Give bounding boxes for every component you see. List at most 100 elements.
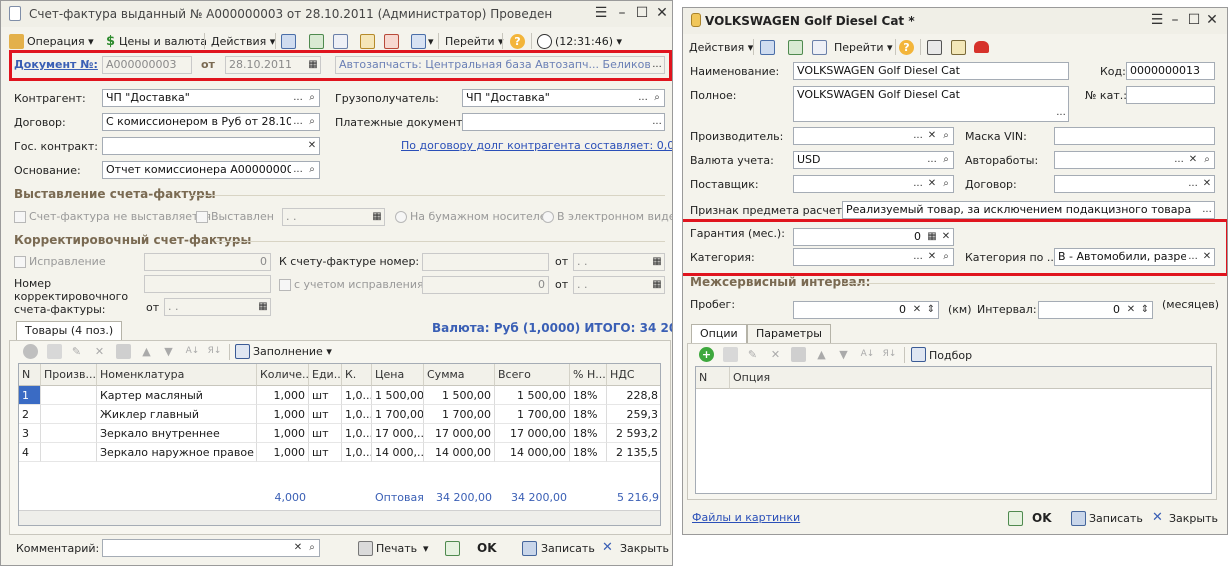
table-cell[interactable]: 1,000 — [257, 424, 309, 443]
table-cell[interactable]: шт — [309, 443, 342, 462]
autowork-select[interactable]: ... — [1172, 152, 1186, 168]
files-link[interactable]: Файлы и картинки — [692, 511, 800, 524]
table-cell[interactable]: 17 000,... — [372, 424, 424, 443]
fix-number-field[interactable]: 0 — [144, 253, 271, 271]
refresh-icon[interactable] — [788, 40, 803, 55]
table-cell[interactable]: 1,000 — [257, 386, 309, 405]
calendar-icon[interactable]: ▦ — [650, 277, 664, 293]
consignee-select[interactable]: ... — [636, 90, 650, 106]
table-cell[interactable]: 17 000,00 — [495, 424, 570, 443]
table-cell[interactable]: 1 700,00 — [495, 405, 570, 424]
column-header[interactable]: НДС — [607, 364, 660, 386]
search-icon[interactable]: ⌕ — [305, 162, 319, 178]
column-header[interactable]: Еди... — [309, 364, 342, 386]
maximize-button[interactable]: ☐ — [634, 5, 650, 21]
end-edit-icon[interactable] — [116, 344, 131, 359]
clear-icon[interactable]: ✕ — [1200, 176, 1214, 192]
operation-menu[interactable]: Операция ▾ — [27, 33, 94, 50]
column-header[interactable]: N — [696, 367, 730, 389]
column-header[interactable]: Сумма — [424, 364, 495, 386]
spin-icon[interactable]: ⇕ — [924, 302, 938, 318]
copy-row-icon[interactable] — [723, 347, 738, 362]
column-header[interactable]: Опция — [730, 367, 1211, 389]
search-icon[interactable]: ⌕ — [939, 128, 953, 144]
clear-icon[interactable]: ✕ — [1186, 152, 1200, 168]
minimize-button[interactable]: – — [614, 5, 630, 21]
delete-icon[interactable]: ✕ — [768, 347, 783, 362]
table-cell[interactable]: 1 500,00 — [495, 386, 570, 405]
table-cell[interactable]: 1,0... — [342, 424, 372, 443]
counterparty-select[interactable]: ... — [291, 90, 305, 106]
sort-asc-icon[interactable]: A↓ — [860, 347, 875, 362]
minimize-button[interactable]: – — [1167, 12, 1183, 28]
table-cell[interactable]: 14 000,00 — [424, 443, 495, 462]
table-cell[interactable]: 1 500,00 — [372, 386, 424, 405]
table-cell[interactable]: 17 000,00 — [424, 424, 495, 443]
maker-field[interactable]: ... ✕ ⌕ — [793, 127, 954, 145]
full-name-field[interactable]: VOLKSWAGEN Golf Diesel Cat... — [793, 86, 1069, 122]
table-cell[interactable]: шт — [309, 405, 342, 424]
not-issued-checkbox[interactable] — [14, 211, 26, 223]
clear-icon[interactable]: ✕ — [925, 176, 939, 192]
table-cell[interactable]: 18% — [570, 386, 607, 405]
table-cell[interactable]: 18% — [570, 424, 607, 443]
interval-field[interactable]: 0 ✕ ⇕ — [1038, 301, 1153, 319]
table-cell[interactable]: 1,0... — [342, 405, 372, 424]
copy-icon[interactable] — [812, 40, 827, 55]
print-button[interactable]: Печать — [376, 542, 417, 555]
table-cell[interactable]: 18% — [570, 443, 607, 462]
struct-icon[interactable] — [360, 34, 375, 49]
currency-field[interactable]: USD... ⌕ — [793, 151, 954, 169]
table-cell[interactable]: 14 000,... — [372, 443, 424, 462]
save-button[interactable]: Записать — [1089, 512, 1143, 525]
end-edit-icon[interactable] — [791, 347, 806, 362]
car-icon[interactable] — [974, 41, 989, 53]
calendar-icon[interactable]: ▦ — [370, 209, 384, 225]
column-header[interactable]: Номенклатура — [97, 364, 257, 386]
basis-icon[interactable] — [411, 34, 426, 49]
issued-checkbox[interactable] — [196, 211, 208, 223]
clear-icon[interactable]: ✕ — [925, 128, 939, 144]
paydocs-select[interactable]: ... — [650, 114, 664, 130]
ok-button[interactable]: OK — [1032, 511, 1052, 525]
table-cell[interactable] — [41, 405, 97, 424]
table-cell[interactable]: Зеркало наружное правое — [97, 443, 257, 462]
table-cell[interactable]: 1 500,00 — [424, 386, 495, 405]
add-icon[interactable]: + — [699, 347, 714, 362]
search-icon[interactable]: ⌕ — [305, 540, 319, 556]
table-cell[interactable]: 14 000,00 — [495, 443, 570, 462]
table-cell[interactable]: 228,8 — [607, 386, 660, 405]
prices-currency-button[interactable]: Цены и валюта — [119, 33, 207, 50]
column-header[interactable]: % Н... — [570, 364, 607, 386]
table-cell[interactable]: 1,0... — [342, 386, 372, 405]
help-icon[interactable]: ? — [510, 34, 525, 49]
edit-icon[interactable]: ✎ — [69, 344, 84, 359]
search-icon[interactable]: ⌕ — [650, 90, 664, 106]
ok-button[interactable]: OK — [477, 541, 497, 555]
move-up-icon[interactable]: ▲ — [139, 344, 154, 359]
table-cell[interactable]: 259,3 — [607, 405, 660, 424]
move-up-icon[interactable]: ▲ — [814, 347, 829, 362]
table-cell[interactable]: Картер масляный — [97, 386, 257, 405]
menu-icon[interactable]: ☰ — [1149, 12, 1165, 28]
code-field[interactable]: 0000000013 — [1126, 62, 1215, 80]
with-fix-checkbox[interactable] — [279, 279, 291, 291]
column-header[interactable]: Всего — [495, 364, 570, 386]
consignee-field[interactable]: ЧП "Доставка"... ⌕ — [462, 89, 665, 107]
time-button[interactable]: (12:31:46) ▾ — [555, 33, 622, 50]
calc-sign-select[interactable]: ... — [1200, 202, 1214, 218]
table-cell[interactable] — [41, 443, 97, 462]
basis-dropdown[interactable]: ▾ — [428, 33, 434, 50]
table-cell[interactable]: Зеркало внутреннее — [97, 424, 257, 443]
table-cell[interactable]: 1,0... — [342, 443, 372, 462]
save-button[interactable]: Записать — [541, 542, 595, 555]
menu-icon[interactable]: ☰ — [593, 5, 609, 21]
contract-field[interactable]: ... ✕ — [1054, 175, 1215, 193]
table-cell[interactable]: 2 593,2 — [607, 424, 660, 443]
close-form-button[interactable]: Закрыть — [620, 542, 669, 555]
column-header[interactable]: N — [19, 364, 41, 386]
copy-icon[interactable] — [333, 34, 348, 49]
tab-options[interactable]: Опции — [691, 324, 747, 344]
actions-menu[interactable]: Действия ▾ — [211, 33, 275, 50]
table-cell[interactable]: шт — [309, 424, 342, 443]
